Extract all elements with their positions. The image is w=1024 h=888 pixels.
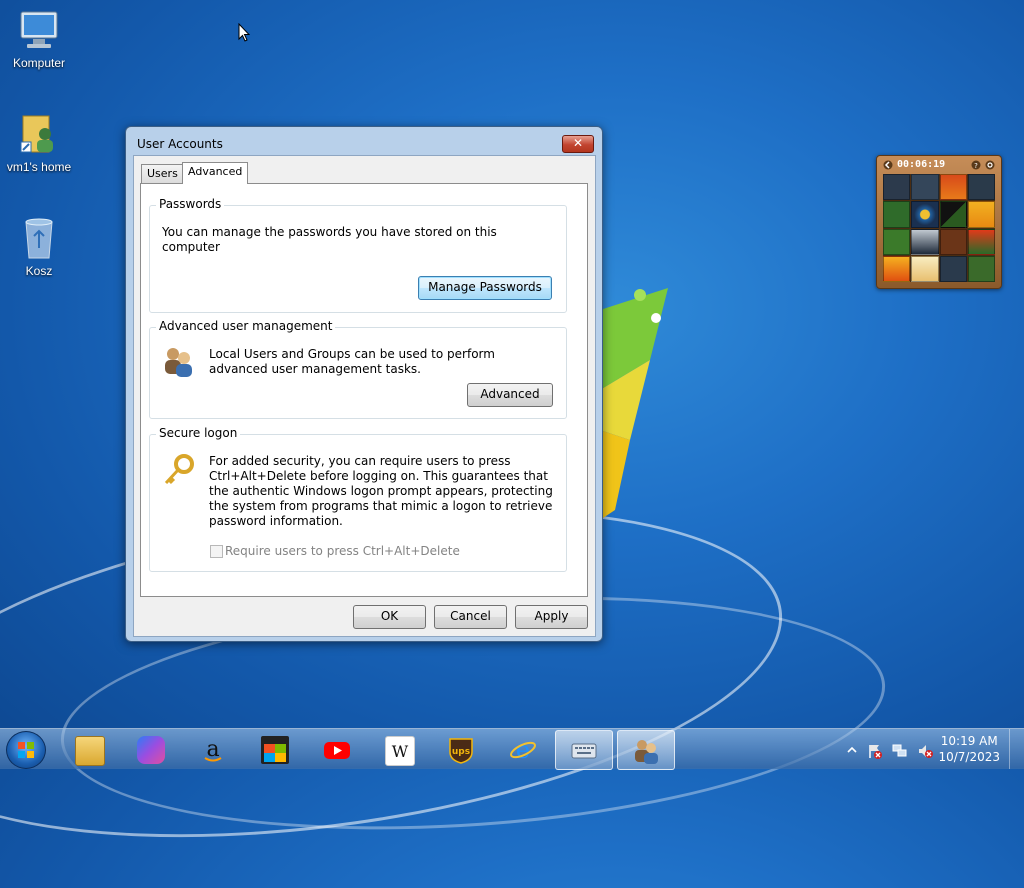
puzzle-tile[interactable] [911,174,939,201]
tab-label: Users [147,167,178,180]
tab-label: Advanced [188,165,243,178]
settings-icon[interactable] [985,160,995,170]
manage-passwords-button[interactable]: Manage Passwords [418,276,552,300]
taskbar-amazon[interactable]: a [185,730,241,768]
file-explorer-icon [75,736,105,766]
puzzle-tile[interactable] [939,174,967,201]
wikipedia-icon: W [385,736,415,766]
desktop-icon-computer[interactable]: Komputer [2,8,76,70]
puzzle-tile[interactable] [911,201,939,228]
svg-text:a: a [206,737,219,762]
volume-muted-icon[interactable] [917,743,933,759]
taskbar-internet-explorer[interactable]: e [495,730,551,768]
cancel-button[interactable]: Cancel [434,605,507,629]
advanced-user-management-group: Advanced user management Local Users and… [149,319,567,419]
taskbar-copilot[interactable] [123,730,179,768]
puzzle-timer: 00:06:19 [897,159,946,170]
taskbar-file-explorer[interactable] [61,730,117,768]
puzzle-grid [883,174,995,282]
users-icon [165,348,192,377]
internet-explorer-icon: e [509,736,537,764]
picture-puzzle-gadget[interactable]: 00:06:19 ? [876,155,1002,289]
tab-users[interactable]: Users [141,164,184,183]
store-icon [261,736,289,764]
taskbar-user-accounts[interactable] [617,730,675,770]
wallpaper-logo [600,288,668,520]
network-icon[interactable] [892,743,908,759]
user-folder-icon [17,112,61,156]
group-heading: Advanced user management [156,319,336,333]
puzzle-tile[interactable] [967,201,995,228]
passwords-group: Passwords You can manage the passwords y… [149,197,567,313]
copilot-icon [137,736,165,764]
secure-logon-description: For added security, you can require user… [209,454,553,528]
desktop-icon-label: Komputer [12,56,66,70]
puzzle-tile[interactable] [967,174,995,201]
secure-logon-group: Secure logon For added security, you can… [149,426,567,572]
desktop-icon-recycle-bin[interactable]: Kosz [2,216,76,278]
clock-time: 10:19 AM [940,734,998,748]
user-accounts-icon [632,737,660,765]
puzzle-tile[interactable] [883,174,911,201]
key-icon [164,454,194,485]
puzzle-tile[interactable] [939,255,967,282]
taskbar-youtube[interactable] [309,730,365,768]
advanced-button[interactable]: Advanced [467,383,553,407]
puzzle-tile[interactable] [911,228,939,255]
desktop-icon-home-folder[interactable]: vm1's home [2,112,76,174]
puzzle-tile[interactable] [911,255,939,282]
desktop-icon-label: vm1's home [6,160,72,174]
recycle-bin-icon [17,216,61,260]
show-picture-icon[interactable] [883,160,893,170]
group-heading: Passwords [156,197,225,211]
require-ctrl-alt-delete-checkbox[interactable] [210,545,223,558]
tab-advanced[interactable]: Advanced [182,162,249,184]
taskbar: a W ups e 10:19 AM 10/7/2023 [0,728,1024,770]
taskbar-clock[interactable]: 10:19 AM 10/7/2023 [938,733,1000,765]
user-accounts-window: User Accounts ✕ Users Advanced Passwords… [125,126,603,642]
group-heading: Secure logon [156,426,241,440]
computer-icon [17,8,61,52]
advanced-tab-panel: Passwords You can manage the passwords y… [140,183,588,597]
taskbar-store[interactable] [247,730,303,768]
mouse-cursor-icon [238,23,250,42]
taskbar-on-screen-keyboard[interactable] [555,730,613,770]
puzzle-tile[interactable] [883,201,911,228]
action-center-flag-icon[interactable] [867,743,883,759]
require-ctrl-alt-delete-label: Require users to press Ctrl+Alt+Delete [225,544,460,558]
svg-text:ups: ups [452,747,470,757]
svg-text:e: e [516,736,530,764]
svg-text:?: ? [974,162,978,170]
svg-text:W: W [392,742,409,761]
title-bar[interactable]: User Accounts ✕ [126,127,602,157]
apply-button[interactable]: Apply [515,605,588,629]
windows-logo-icon [18,742,34,758]
passwords-description: You can manage the passwords you have st… [162,225,497,254]
puzzle-tile[interactable] [883,255,911,282]
puzzle-tile[interactable] [939,201,967,228]
show-desktop-button[interactable] [1009,729,1024,769]
puzzle-tile[interactable] [883,228,911,255]
help-icon[interactable]: ? [971,160,981,170]
amazon-icon: a [199,736,227,764]
ok-button[interactable]: OK [353,605,426,629]
puzzle-tile[interactable] [967,255,995,282]
window-title: User Accounts [137,137,223,151]
taskbar-ups[interactable]: ups [433,730,489,768]
taskbar-wikipedia[interactable]: W [371,730,427,768]
clock-date: 10/7/2023 [938,750,1000,764]
ups-icon: ups [447,736,475,764]
close-button[interactable]: ✕ [562,135,594,153]
advanced-user-management-description: Local Users and Groups can be used to pe… [209,347,495,376]
puzzle-tile[interactable] [939,228,967,255]
dialog-body: Users Advanced Passwords You can manage … [133,155,596,637]
show-hidden-icons-icon[interactable] [845,743,859,757]
on-screen-keyboard-icon [570,737,598,765]
puzzle-tile[interactable] [967,228,995,255]
youtube-icon [323,736,351,764]
desktop-icon-label: Kosz [25,264,53,278]
start-button[interactable] [6,731,46,769]
